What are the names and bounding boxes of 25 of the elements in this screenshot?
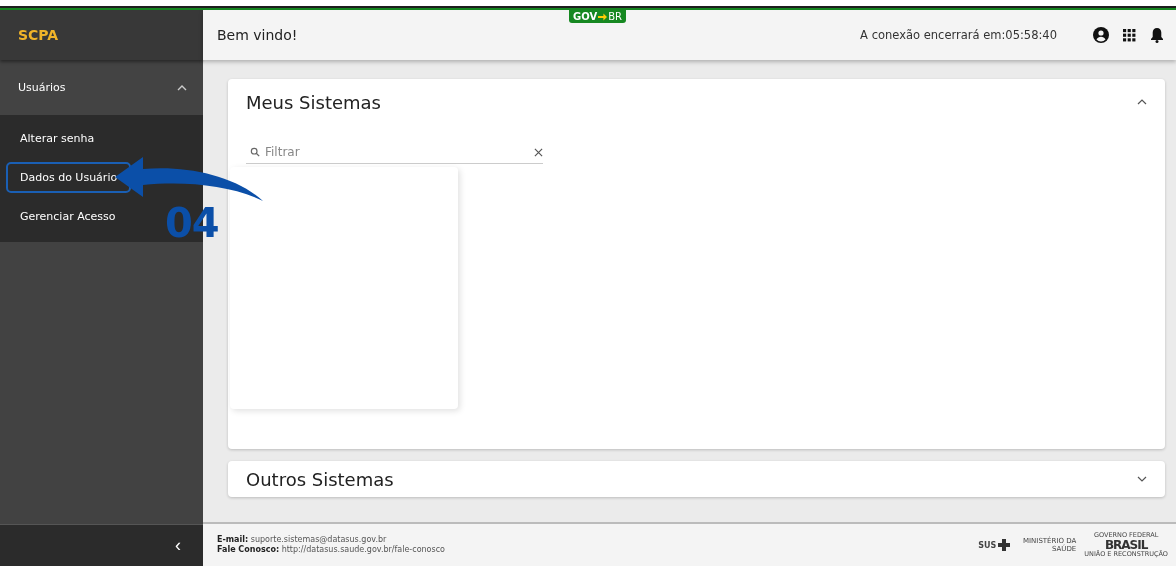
collapse-button[interactable]: ‹ [0,524,203,566]
greeting: Bem vindo! [217,27,298,43]
cross-icon [998,539,1011,551]
sus-logo: SUS [978,539,1011,551]
card-title: Meus Sistemas [246,91,381,113]
search-icon [250,147,260,157]
app-title: SCPA [18,27,59,43]
apps-grid-icon[interactable] [1123,28,1136,42]
close-icon[interactable] [534,147,543,157]
user-account-icon[interactable] [1093,27,1109,43]
menu-item[interactable]: Alterar senha [6,123,109,154]
gov-badge: GOV BR [569,10,626,23]
card-header[interactable]: Meus Sistemas [228,79,1165,125]
chevron-up-icon [1137,99,1147,105]
session-timer: A conexão encerrará em:05:58:40 [860,28,1057,42]
bell-icon[interactable] [1150,27,1164,43]
chevron-up-icon [177,84,187,91]
card-header[interactable]: Outros Sistemas [228,461,1165,497]
card-title: Outros Sistemas [246,468,394,490]
filter-field[interactable]: Filtrar [265,145,529,159]
contact-line: Fale Conosco: http://datasus.saude.gov.br/fale-conosco [217,545,445,555]
contact-line: E-mail: suporte.sistemas@datasus.gov.br [217,535,388,545]
chevron-down-icon [1137,476,1147,482]
menu-item[interactable]: Gerenciar Acesso [6,201,130,232]
arrow-icon [598,12,608,21]
